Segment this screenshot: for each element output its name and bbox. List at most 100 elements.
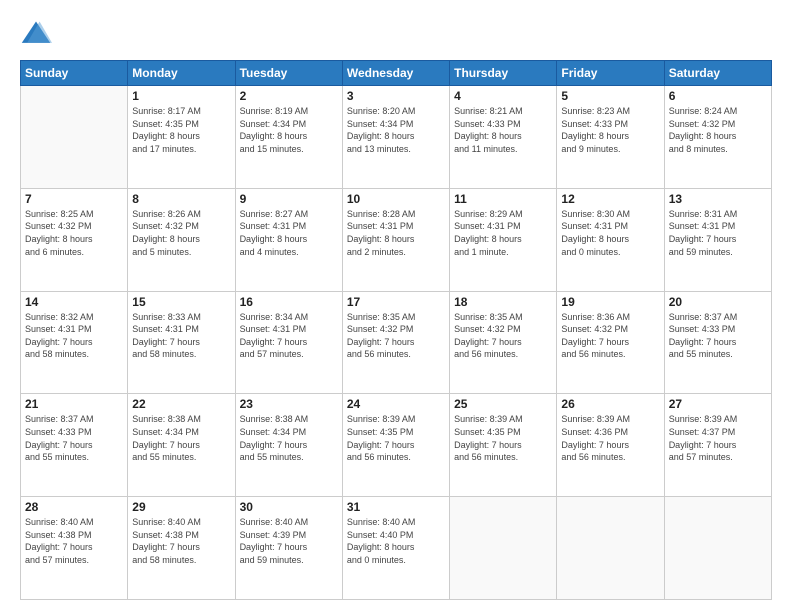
day-info: Sunrise: 8:39 AM Sunset: 4:35 PM Dayligh… (347, 413, 445, 463)
header-row: SundayMondayTuesdayWednesdayThursdayFrid… (21, 61, 772, 86)
day-info: Sunrise: 8:39 AM Sunset: 4:37 PM Dayligh… (669, 413, 767, 463)
calendar-cell (450, 497, 557, 600)
day-number: 4 (454, 89, 552, 103)
day-info: Sunrise: 8:34 AM Sunset: 4:31 PM Dayligh… (240, 311, 338, 361)
day-info: Sunrise: 8:25 AM Sunset: 4:32 PM Dayligh… (25, 208, 123, 258)
day-number: 1 (132, 89, 230, 103)
day-info: Sunrise: 8:33 AM Sunset: 4:31 PM Dayligh… (132, 311, 230, 361)
calendar-cell: 10 Sunrise: 8:28 AM Sunset: 4:31 PM Dayli… (342, 188, 449, 291)
day-info: Sunrise: 8:20 AM Sunset: 4:34 PM Dayligh… (347, 105, 445, 155)
day-info: Sunrise: 8:37 AM Sunset: 4:33 PM Dayligh… (25, 413, 123, 463)
calendar-cell (664, 497, 771, 600)
day-info: Sunrise: 8:29 AM Sunset: 4:31 PM Dayligh… (454, 208, 552, 258)
logo-icon (20, 18, 52, 50)
calendar-week-row: 7 Sunrise: 8:25 AM Sunset: 4:32 PM Daylig… (21, 188, 772, 291)
day-number: 8 (132, 192, 230, 206)
calendar-cell (557, 497, 664, 600)
header (20, 18, 772, 50)
weekday-header: Saturday (664, 61, 771, 86)
day-number: 19 (561, 295, 659, 309)
calendar-cell: 11Sunrise: 8:29 AM Sunset: 4:31 PM Dayli… (450, 188, 557, 291)
day-number: 9 (240, 192, 338, 206)
calendar-cell: 23 Sunrise: 8:38 AM Sunset: 4:34 PM Dayli… (235, 394, 342, 497)
day-number: 12 (561, 192, 659, 206)
day-info: Sunrise: 8:19 AM Sunset: 4:34 PM Dayligh… (240, 105, 338, 155)
day-info: Sunrise: 8:36 AM Sunset: 4:32 PM Dayligh… (561, 311, 659, 361)
calendar-cell: 12 Sunrise: 8:30 AM Sunset: 4:31 PM Dayli… (557, 188, 664, 291)
calendar-cell: 2 Sunrise: 8:19 AM Sunset: 4:34 PM Daylig… (235, 86, 342, 189)
logo (20, 18, 56, 50)
day-number: 14 (25, 295, 123, 309)
day-info: Sunrise: 8:39 AM Sunset: 4:35 PM Dayligh… (454, 413, 552, 463)
day-number: 2 (240, 89, 338, 103)
day-number: 18 (454, 295, 552, 309)
calendar-cell: 14 Sunrise: 8:32 AM Sunset: 4:31 PM Dayli… (21, 291, 128, 394)
day-number: 6 (669, 89, 767, 103)
day-number: 30 (240, 500, 338, 514)
calendar-cell: 7 Sunrise: 8:25 AM Sunset: 4:32 PM Daylig… (21, 188, 128, 291)
calendar-cell: 18 Sunrise: 8:35 AM Sunset: 4:32 PM Dayli… (450, 291, 557, 394)
calendar-cell: 20Sunrise: 8:37 AM Sunset: 4:33 PM Dayli… (664, 291, 771, 394)
day-info: Sunrise: 8:28 AM Sunset: 4:31 PM Dayligh… (347, 208, 445, 258)
calendar-cell: 27 Sunrise: 8:39 AM Sunset: 4:37 PM Dayli… (664, 394, 771, 497)
day-number: 31 (347, 500, 445, 514)
weekday-header: Tuesday (235, 61, 342, 86)
calendar-cell: 17 Sunrise: 8:35 AM Sunset: 4:32 PM Dayli… (342, 291, 449, 394)
page: SundayMondayTuesdayWednesdayThursdayFrid… (0, 0, 792, 612)
day-info: Sunrise: 8:35 AM Sunset: 4:32 PM Dayligh… (347, 311, 445, 361)
day-info: Sunrise: 8:32 AM Sunset: 4:31 PM Dayligh… (25, 311, 123, 361)
day-info: Sunrise: 8:40 AM Sunset: 4:38 PM Dayligh… (132, 516, 230, 566)
calendar-cell: 5Sunrise: 8:23 AM Sunset: 4:33 PM Daylig… (557, 86, 664, 189)
day-number: 16 (240, 295, 338, 309)
day-info: Sunrise: 8:40 AM Sunset: 4:38 PM Dayligh… (25, 516, 123, 566)
day-info: Sunrise: 8:35 AM Sunset: 4:32 PM Dayligh… (454, 311, 552, 361)
calendar-cell: 25 Sunrise: 8:39 AM Sunset: 4:35 PM Dayli… (450, 394, 557, 497)
calendar-cell: 6 Sunrise: 8:24 AM Sunset: 4:32 PM Daylig… (664, 86, 771, 189)
day-number: 10 (347, 192, 445, 206)
day-info: Sunrise: 8:24 AM Sunset: 4:32 PM Dayligh… (669, 105, 767, 155)
day-info: Sunrise: 8:17 AM Sunset: 4:35 PM Dayligh… (132, 105, 230, 155)
day-number: 22 (132, 397, 230, 411)
day-number: 7 (25, 192, 123, 206)
calendar-cell: 16 Sunrise: 8:34 AM Sunset: 4:31 PM Dayli… (235, 291, 342, 394)
day-number: 28 (25, 500, 123, 514)
calendar-cell: 21 Sunrise: 8:37 AM Sunset: 4:33 PM Dayli… (21, 394, 128, 497)
calendar-cell: 3 Sunrise: 8:20 AM Sunset: 4:34 PM Daylig… (342, 86, 449, 189)
day-info: Sunrise: 8:40 AM Sunset: 4:39 PM Dayligh… (240, 516, 338, 566)
day-info: Sunrise: 8:30 AM Sunset: 4:31 PM Dayligh… (561, 208, 659, 258)
day-number: 3 (347, 89, 445, 103)
calendar-cell: 24Sunrise: 8:39 AM Sunset: 4:35 PM Dayli… (342, 394, 449, 497)
day-number: 5 (561, 89, 659, 103)
day-info: Sunrise: 8:26 AM Sunset: 4:32 PM Dayligh… (132, 208, 230, 258)
day-number: 17 (347, 295, 445, 309)
calendar-cell: 31Sunrise: 8:40 AM Sunset: 4:40 PM Dayli… (342, 497, 449, 600)
calendar-cell: 15Sunrise: 8:33 AM Sunset: 4:31 PM Dayli… (128, 291, 235, 394)
day-info: Sunrise: 8:38 AM Sunset: 4:34 PM Dayligh… (132, 413, 230, 463)
day-number: 29 (132, 500, 230, 514)
day-number: 21 (25, 397, 123, 411)
day-info: Sunrise: 8:31 AM Sunset: 4:31 PM Dayligh… (669, 208, 767, 258)
weekday-header: Wednesday (342, 61, 449, 86)
calendar-cell: 9 Sunrise: 8:27 AM Sunset: 4:31 PM Daylig… (235, 188, 342, 291)
day-number: 20 (669, 295, 767, 309)
day-info: Sunrise: 8:38 AM Sunset: 4:34 PM Dayligh… (240, 413, 338, 463)
calendar-week-row: 21 Sunrise: 8:37 AM Sunset: 4:33 PM Dayli… (21, 394, 772, 497)
weekday-header: Thursday (450, 61, 557, 86)
calendar-cell: 8 Sunrise: 8:26 AM Sunset: 4:32 PM Daylig… (128, 188, 235, 291)
day-number: 23 (240, 397, 338, 411)
day-number: 25 (454, 397, 552, 411)
calendar-cell: 1 Sunrise: 8:17 AM Sunset: 4:35 PM Daylig… (128, 86, 235, 189)
day-number: 27 (669, 397, 767, 411)
calendar-cell: 26 Sunrise: 8:39 AM Sunset: 4:36 PM Dayli… (557, 394, 664, 497)
day-info: Sunrise: 8:39 AM Sunset: 4:36 PM Dayligh… (561, 413, 659, 463)
calendar-cell: 29 Sunrise: 8:40 AM Sunset: 4:38 PM Dayli… (128, 497, 235, 600)
calendar-cell: 28 Sunrise: 8:40 AM Sunset: 4:38 PM Dayli… (21, 497, 128, 600)
day-info: Sunrise: 8:27 AM Sunset: 4:31 PM Dayligh… (240, 208, 338, 258)
calendar-cell: 22 Sunrise: 8:38 AM Sunset: 4:34 PM Dayli… (128, 394, 235, 497)
calendar-cell: 19 Sunrise: 8:36 AM Sunset: 4:32 PM Dayli… (557, 291, 664, 394)
day-number: 26 (561, 397, 659, 411)
day-info: Sunrise: 8:21 AM Sunset: 4:33 PM Dayligh… (454, 105, 552, 155)
calendar-week-row: 28 Sunrise: 8:40 AM Sunset: 4:38 PM Dayli… (21, 497, 772, 600)
weekday-header: Monday (128, 61, 235, 86)
calendar-cell: 4 Sunrise: 8:21 AM Sunset: 4:33 PM Daylig… (450, 86, 557, 189)
